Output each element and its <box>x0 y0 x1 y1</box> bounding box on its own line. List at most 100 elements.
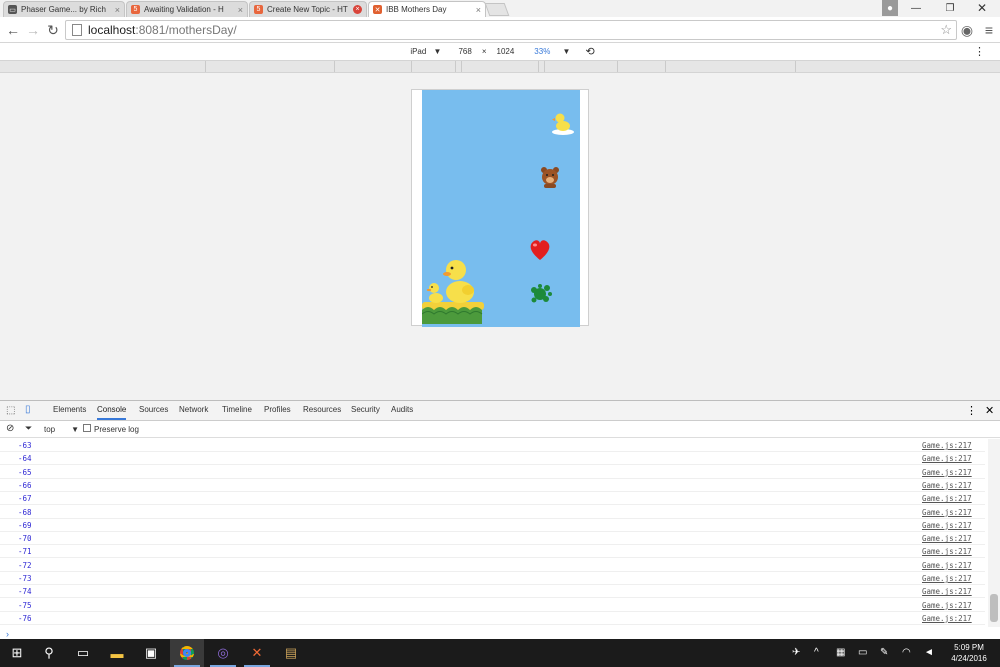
log-source-link[interactable]: Game.js:217 <box>922 454 972 463</box>
emulated-viewport <box>0 74 1000 400</box>
scrollbar-thumb[interactable] <box>990 594 998 622</box>
tab-sources[interactable]: Sources <box>139 405 168 414</box>
log-source-link[interactable]: Game.js:217 <box>922 547 972 556</box>
clear-console-icon[interactable]: ⊘ <box>6 423 14 434</box>
log-source-link[interactable]: Game.js:217 <box>922 561 972 570</box>
tab-resources[interactable]: Resources <box>303 405 341 414</box>
console-messages: -63 Game.js:217 -64 Game.js:217 -65 Game.js:2… <box>0 439 988 627</box>
log-source-link[interactable]: Game.js:217 <box>922 614 972 623</box>
devtools-menu-icon[interactable]: ⋮ <box>966 404 977 417</box>
console-log-row: -75 Game.js:217 <box>0 599 985 612</box>
log-source-link[interactable]: Game.js:217 <box>922 521 972 530</box>
filter-icon[interactable]: ⏷ <box>25 423 32 434</box>
devtools-panel: ⬚ ▯ Elements Console Sources Network Tim… <box>0 400 1000 639</box>
reload-icon[interactable]: ↻ <box>44 21 62 39</box>
close-tab-icon[interactable]: × <box>115 5 120 15</box>
battery-tray-icon[interactable]: ▭ <box>858 647 867 658</box>
forward-arrow-icon[interactable]: → <box>24 21 42 39</box>
preserve-log-checkbox[interactable] <box>83 424 91 432</box>
zoom-select[interactable]: 33% ▼ <box>529 47 575 56</box>
tab-profiles[interactable]: Profiles <box>264 405 291 414</box>
log-source-link[interactable]: Game.js:217 <box>922 534 972 543</box>
device-mode-icon[interactable]: ▯ <box>25 404 31 415</box>
windows-taskbar: ⊞ ⚲ ▭ ▬ ▣ ◎ ✕ ▤ ✈ ^ ▦ ▭ ✎ ◠ ◄ 5:09 PM 4/… <box>0 639 1000 667</box>
tab-awaiting-validation[interactable]: 5 Awaiting Validation - H × <box>126 1 248 17</box>
maximize-icon[interactable]: ❐ <box>940 0 960 16</box>
clock-date: 4/24/2016 <box>951 654 987 663</box>
photo-tray-icon[interactable]: ▦ <box>836 647 845 658</box>
tab-elements[interactable]: Elements <box>53 405 86 414</box>
show-hidden-icons[interactable]: ^ <box>814 647 819 658</box>
system-clock[interactable]: 5:09 PM 4/24/2016 <box>944 642 994 664</box>
devtools-tabbar: ⬚ ▯ Elements Console Sources Network Tim… <box>0 401 1000 421</box>
menu-hamburger-icon[interactable]: ≡ <box>980 21 998 39</box>
store-icon[interactable]: ▣ <box>134 639 168 667</box>
log-source-link[interactable]: Game.js:217 <box>922 601 972 610</box>
page-info-icon[interactable] <box>72 24 82 36</box>
game-canvas[interactable] <box>422 90 580 327</box>
wifi-tray-icon[interactable]: ◠ <box>902 647 911 658</box>
file-explorer-icon[interactable]: ▬ <box>100 639 134 667</box>
windows-start-icon[interactable]: ⊞ <box>0 639 34 667</box>
tab-audits[interactable]: Audits <box>391 405 413 414</box>
more-options-icon[interactable]: ⋮ <box>974 45 985 58</box>
page-icon: ▭ <box>8 5 17 14</box>
tab-console[interactable]: Console <box>97 405 127 420</box>
console-log-row: -72 Game.js:217 <box>0 559 985 572</box>
log-value: -66 <box>18 480 32 490</box>
close-tab-icon[interactable]: × <box>238 5 243 15</box>
task-view-icon[interactable]: ▭ <box>66 639 100 667</box>
tab-timeline[interactable]: Timeline <box>222 405 252 414</box>
inspect-element-icon[interactable]: ⬚ <box>6 405 15 416</box>
bear-icon <box>541 167 559 188</box>
star-bookmark-icon[interactable]: ☆ <box>940 22 952 38</box>
user-profile-icon[interactable]: ● <box>882 0 898 16</box>
extension-icon[interactable]: ◉ <box>958 21 976 39</box>
console-log-row: -71 Game.js:217 <box>0 545 985 559</box>
tab-title: IBB Mothers Day <box>386 5 447 14</box>
pen-tray-icon[interactable]: ✎ <box>880 647 888 658</box>
ipad-device-frame <box>411 89 589 327</box>
app-icon[interactable]: ▤ <box>274 639 308 667</box>
log-source-link[interactable]: Game.js:217 <box>922 494 972 503</box>
tab-phaser-game[interactable]: ▭ Phaser Game... by Rich × <box>3 1 125 17</box>
tab-ibb-mothers-day[interactable]: ✕ IBB Mothers Day × <box>368 1 486 17</box>
url-text: localhost:8081/mothersDay/ <box>88 23 237 37</box>
log-source-link[interactable]: Game.js:217 <box>922 441 972 450</box>
console-scrollbar[interactable] <box>988 439 1000 627</box>
xampp-icon: ✕ <box>373 5 382 14</box>
xampp-icon[interactable]: ✕ <box>240 639 274 667</box>
log-value: -76 <box>18 613 32 623</box>
close-tab-icon[interactable]: × <box>476 5 481 15</box>
tab-security[interactable]: Security <box>351 405 380 414</box>
device-height[interactable]: 1024 <box>497 47 515 56</box>
console-prompt[interactable]: › <box>6 629 9 639</box>
tab-title: Awaiting Validation - H <box>144 5 224 14</box>
close-devtools-icon[interactable]: ✕ <box>985 404 994 417</box>
rotate-icon[interactable]: ⟲ <box>585 45 594 58</box>
close-window-icon[interactable]: ✕ <box>972 0 992 16</box>
new-tab-button[interactable] <box>484 3 510 16</box>
log-source-link[interactable]: Game.js:217 <box>922 468 972 477</box>
log-source-link[interactable]: Game.js:217 <box>922 587 972 596</box>
console-log-row: -65 Game.js:217 <box>0 466 985 479</box>
address-bar[interactable]: localhost:8081/mothersDay/ ☆ <box>65 20 957 40</box>
console-filter-bar: ⊘ ⏷ top ▼ Preserve log <box>0 421 1000 438</box>
log-source-link[interactable]: Game.js:217 <box>922 481 972 490</box>
back-arrow-icon[interactable]: ← <box>4 21 22 39</box>
log-source-link[interactable]: Game.js:217 <box>922 508 972 517</box>
volume-tray-icon[interactable]: ◄ <box>924 647 934 658</box>
close-tab-icon[interactable]: × <box>353 5 362 14</box>
media-query-ruler[interactable] <box>0 60 1000 73</box>
context-select[interactable]: top ▼ <box>44 425 79 434</box>
tab-create-new-topic[interactable]: 5 Create New Topic - HT × <box>249 1 367 17</box>
device-width[interactable]: 768 <box>458 47 471 56</box>
viber-icon[interactable]: ◎ <box>206 639 240 667</box>
network-tray-icon[interactable]: ✈ <box>792 647 800 658</box>
device-select[interactable]: iPad ▼ <box>405 47 441 56</box>
tab-network[interactable]: Network <box>179 405 208 414</box>
chrome-icon[interactable] <box>170 639 204 667</box>
minimize-icon[interactable]: — <box>906 0 926 16</box>
search-icon[interactable]: ⚲ <box>32 639 66 667</box>
log-source-link[interactable]: Game.js:217 <box>922 574 972 583</box>
